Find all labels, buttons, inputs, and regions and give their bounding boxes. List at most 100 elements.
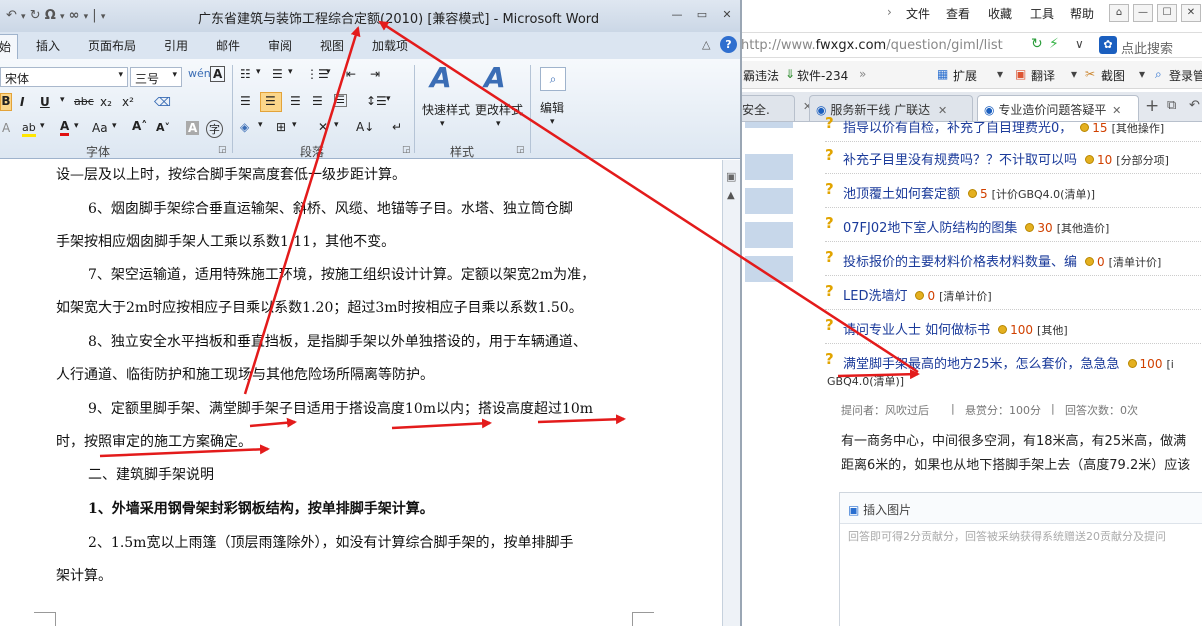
close-icon[interactable]: ✕: [1181, 4, 1201, 22]
list-item[interactable]: ? 指导以价有自检，补充了自目理费光0， 15 [其他操作]: [825, 112, 1202, 142]
numbering-icon[interactable]: ☰: [272, 67, 283, 81]
align-center-button[interactable]: ☰: [260, 92, 282, 112]
chevron-down-icon[interactable]: ∨: [1075, 37, 1084, 51]
insert-image-button[interactable]: ▣ 插入图片: [848, 501, 911, 518]
line-spacing-dropdown-icon[interactable]: ▾: [386, 94, 391, 104]
highlight-dropdown-icon[interactable]: ▾: [40, 121, 45, 131]
vertical-scrollbar[interactable]: ▣ ▲: [722, 160, 740, 626]
bold-icon[interactable]: B: [0, 93, 12, 111]
ribbon-collapse-icon[interactable]: △: [702, 38, 710, 51]
strikethrough-icon[interactable]: abc: [74, 95, 94, 108]
dialog-launcher-icon[interactable]: ◲: [402, 145, 411, 155]
list-item[interactable]: ? 07FJ02地下室人防结构的图集 30 [其他造价]: [825, 212, 1202, 242]
omega-symbol-icon[interactable]: Ω: [45, 8, 56, 23]
undo-dropdown-icon[interactable]: ▾: [21, 12, 26, 22]
list-item[interactable]: ? 请问专业人士 如何做标书 100 [其他]: [825, 314, 1202, 344]
change-styles-icon[interactable]: A: [484, 61, 506, 94]
borders-icon[interactable]: ⊞: [276, 120, 286, 134]
menu-file[interactable]: 文件: [906, 5, 930, 22]
shirt-icon[interactable]: ⌂: [1109, 4, 1129, 22]
font-color-dropdown-icon[interactable]: ▾: [74, 121, 79, 131]
url-text[interactable]: http://www.fwxgx.com/question/giml/list: [741, 38, 1003, 53]
font-name-box[interactable]: 宋体 ▾: [0, 67, 128, 87]
quick-styles-dropdown-icon[interactable]: ▾: [440, 119, 445, 129]
tab-list-icon[interactable]: ⧉: [1167, 98, 1176, 113]
list-item[interactable]: ? 池顶覆土如何套定额 5 [计价GBQ4.0(清单)]: [825, 178, 1202, 208]
symbol-dropdown-icon[interactable]: ▾: [60, 12, 65, 22]
dropdown-arrow-icon[interactable]: ▾: [1071, 67, 1077, 81]
minimize-icon[interactable]: —: [670, 9, 684, 21]
shrink-font-icon[interactable]: A˅: [156, 121, 170, 134]
tab-security[interactable]: 安全.: [741, 95, 795, 121]
list-item[interactable]: ? 满堂脚手架最高的地方25米，怎么套价，急急急 100 [i: [825, 348, 1202, 372]
question-category[interactable]: [分部分项]: [1116, 154, 1169, 167]
question-category[interactable]: [清单计价]: [1109, 256, 1162, 269]
undo-close-icon[interactable]: ↶: [1189, 98, 1200, 113]
maximize-icon[interactable]: ☐: [1157, 4, 1177, 22]
answer-editor[interactable]: ▣ 插入图片 回答即可得2分贡献分，回答被采纳获得系统赠送20贡献分及提问: [839, 492, 1202, 626]
help-icon[interactable]: ?: [720, 36, 737, 53]
sort-icon[interactable]: A↓: [356, 120, 374, 134]
dropdown-arrow-icon[interactable]: ▾: [997, 67, 1003, 81]
question-title[interactable]: 指导以价有自检，补充了自目理费光0，: [843, 121, 1072, 136]
undo-icon[interactable]: ↶: [6, 8, 17, 23]
dropdown-arrow-icon[interactable]: ▾: [1139, 67, 1145, 81]
bullets-dropdown-icon[interactable]: ▾: [256, 67, 261, 77]
tab-page-layout[interactable]: 页面布局: [88, 37, 136, 54]
grow-font-icon[interactable]: A˄: [132, 119, 147, 133]
question-category[interactable]: [清单计价]: [939, 290, 992, 303]
menu-tools[interactable]: 工具: [1030, 5, 1054, 22]
scroll-up-icon[interactable]: ▲: [727, 190, 735, 201]
dialog-launcher-icon[interactable]: ◲: [516, 145, 525, 155]
font-color-icon[interactable]: A: [60, 119, 70, 136]
list-item[interactable]: ? 补充子目里没有规费吗？？不计取可以吗 10 [分部分项]: [825, 144, 1202, 174]
char-border-icon[interactable]: A: [210, 66, 226, 82]
tab-home[interactable]: 开始: [0, 34, 19, 59]
font-size-box[interactable]: 三号 ▾: [130, 67, 182, 87]
question-category[interactable]: [其他造价]: [1057, 222, 1110, 235]
decrease-indent-icon[interactable]: ⇤: [346, 67, 356, 81]
change-styles-button[interactable]: 更改样式: [475, 101, 523, 118]
numbering-dropdown-icon[interactable]: ▾: [288, 67, 293, 77]
chinese-layout-icon[interactable]: ✕: [318, 120, 328, 134]
chevron-right-icon[interactable]: ›: [887, 5, 892, 19]
distributed-icon[interactable]: ☰: [334, 94, 347, 107]
line-spacing-icon[interactable]: ↕☰: [366, 94, 387, 108]
customize-dropdown-icon[interactable]: ▾: [84, 12, 89, 22]
infinity-icon[interactable]: ∞: [69, 8, 80, 23]
question-category[interactable]: [i: [1166, 358, 1173, 371]
refresh-icon[interactable]: ↻: [1031, 36, 1043, 52]
show-marks-icon[interactable]: ↵: [392, 120, 402, 134]
question-category[interactable]: [计价GBQ4.0(清单)]: [992, 188, 1095, 201]
underline-icon[interactable]: U: [40, 95, 50, 109]
phonetic-guide-icon[interactable]: wén: [188, 67, 211, 80]
shading-icon[interactable]: ◈: [240, 120, 249, 134]
align-right-icon[interactable]: ☰: [290, 94, 301, 108]
edit-button[interactable]: 编辑: [540, 99, 564, 116]
clear-format-icon[interactable]: ⌫: [154, 95, 171, 109]
list-item[interactable]: ? 投标报价的主要材料价格表材料数量、编 0 [清单计价]: [825, 246, 1202, 276]
char-shading-icon[interactable]: A: [186, 121, 200, 135]
ruler-toggle-icon[interactable]: ▣: [726, 170, 736, 183]
redo-icon[interactable]: ↻: [30, 8, 41, 23]
close-icon[interactable]: ✕: [720, 9, 734, 21]
question-title[interactable]: 满堂脚手架最高的地方25米，怎么套价，急急急: [843, 357, 1120, 372]
customize-qat-icon[interactable]: ▾: [101, 12, 106, 22]
quick-styles-icon[interactable]: A: [430, 61, 452, 94]
italic-icon[interactable]: I: [20, 95, 24, 109]
maximize-icon[interactable]: ▭: [695, 9, 709, 21]
question-title[interactable]: 补充子目里没有规费吗？？不计取可以吗: [843, 153, 1077, 168]
binoculars-icon[interactable]: ⌕: [540, 67, 566, 91]
question-category[interactable]: [其他]: [1037, 324, 1068, 337]
tab-insert[interactable]: 插入: [36, 37, 60, 54]
menu-favorites[interactable]: 收藏: [988, 5, 1012, 22]
menu-view[interactable]: 查看: [946, 5, 970, 22]
bookmark-2[interactable]: 软件-234: [797, 67, 848, 84]
superscript-icon[interactable]: x²: [122, 95, 134, 109]
tab-addins[interactable]: 加载项: [372, 37, 408, 54]
lightning-icon[interactable]: ⚡: [1049, 36, 1059, 52]
question-category[interactable]: [其他操作]: [1112, 122, 1165, 135]
tab-view[interactable]: 视图: [320, 37, 344, 54]
document-page[interactable]: 设—层及以上时，按综合脚手架高度套低一级步距计算。 6、烟囱脚手架综合垂直运输架…: [0, 160, 722, 626]
borders-dropdown-icon[interactable]: ▾: [292, 120, 297, 130]
